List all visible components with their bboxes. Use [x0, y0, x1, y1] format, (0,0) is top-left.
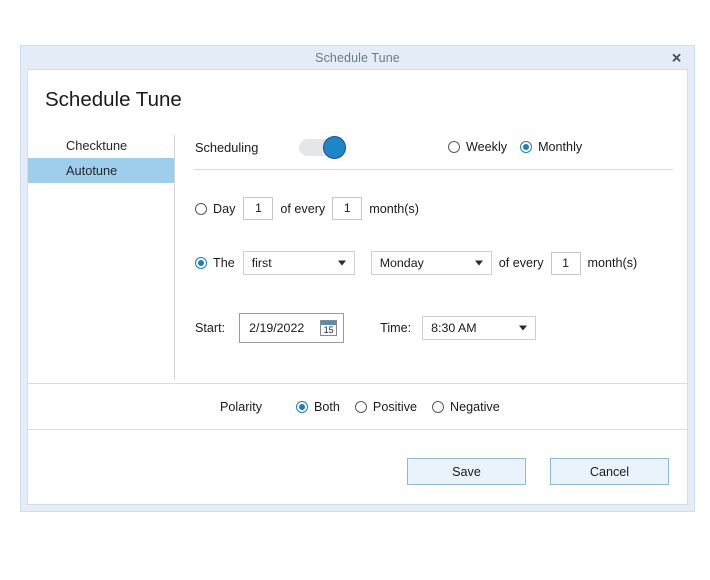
radio-dot-the-rule [195, 257, 207, 269]
sidebar-item-checktune[interactable]: Checktune [28, 133, 174, 158]
radio-the-rule[interactable]: The [195, 256, 235, 270]
toggle-knob [323, 136, 346, 159]
radio-label-both: Both [314, 399, 340, 414]
start-row: Start: 2/19/2022 15 Time: 8:30 AM [195, 313, 537, 343]
polarity-label: Polarity [220, 399, 262, 414]
day-of-month-input[interactable]: 1 [243, 197, 274, 220]
dialog-body: Checktune Autotune Scheduling Weekly Mon… [28, 133, 687, 383]
day-rule-label: Day [213, 201, 236, 216]
day-rule-interval-input[interactable]: 1 [332, 197, 363, 220]
polarity-radio-group: Both Positive Negative [296, 400, 515, 414]
radio-dot-monthly [520, 141, 533, 153]
the-rule-of-every-text: of every [498, 256, 544, 270]
polarity-row: Polarity Both Positive Negative [28, 383, 687, 430]
radio-dot-day-rule [195, 202, 207, 215]
weekday-dropdown[interactable]: Monday [370, 251, 492, 275]
radio-label-positive: Positive [372, 399, 418, 414]
time-value: 8:30 AM [431, 321, 477, 335]
radio-monthly[interactable]: Monthly [520, 140, 582, 154]
start-date-value: 2/19/2022 [249, 321, 305, 335]
dialog-title: Schedule Tune [315, 50, 400, 65]
radio-label-negative: Negative [450, 399, 500, 414]
sidebar-item-autotune[interactable]: Autotune [28, 158, 174, 183]
the-rule-interval-input[interactable]: 1 [550, 251, 581, 275]
scheduling-label: Scheduling [195, 140, 259, 155]
the-rule-row: The first Monday of every 1 month(s) [195, 251, 644, 275]
scheduling-toggle[interactable] [299, 136, 346, 159]
page-title: Schedule Tune [45, 88, 182, 111]
time-label: Time: [380, 321, 412, 335]
start-date-input[interactable]: 2/19/2022 15 [239, 313, 345, 343]
radio-dot-negative [432, 400, 445, 413]
day-rule-row: Day 1 of every 1 month(s) [195, 197, 426, 220]
save-button[interactable]: Save [407, 458, 526, 485]
dialog-footer: Save Cancel [28, 428, 687, 504]
chevron-down-icon [474, 260, 483, 266]
radio-day-rule[interactable]: Day [195, 202, 235, 216]
frequency-radio-group: Weekly Monthly [448, 140, 582, 154]
radio-dot-weekly [448, 141, 460, 153]
radio-dot-both [296, 400, 308, 413]
radio-weekly[interactable]: Weekly [448, 140, 507, 154]
sidebar: Checktune Autotune [28, 133, 174, 183]
day-rule-of-every-text: of every [280, 201, 326, 216]
dialog-titlebar: Schedule Tune ✕ [21, 46, 694, 69]
radio-label-monthly: Monthly [538, 140, 583, 154]
scheduling-row: Scheduling Weekly Monthly [194, 133, 673, 170]
the-rule-label: The [213, 256, 235, 270]
radio-label-weekly: Weekly [466, 140, 508, 154]
ordinal-value: first [251, 256, 272, 270]
settings-content: Scheduling Weekly Monthly Day 1 of every… [194, 133, 673, 343]
radio-polarity-negative[interactable]: Negative [432, 400, 500, 414]
chevron-down-icon [337, 260, 346, 266]
chevron-down-icon [519, 325, 528, 331]
cancel-button[interactable]: Cancel [550, 458, 669, 485]
the-rule-months-unit: month(s) [587, 256, 638, 270]
time-dropdown[interactable]: 8:30 AM [422, 316, 537, 340]
schedule-tune-dialog: Schedule Tune ✕ Schedule Tune Checktune … [20, 45, 695, 512]
dialog-panel: Schedule Tune Checktune Autotune Schedul… [27, 69, 688, 505]
weekday-value: Monday [379, 256, 424, 270]
radio-dot-positive [354, 400, 367, 413]
calendar-icon[interactable]: 15 [320, 320, 338, 336]
ordinal-dropdown[interactable]: first [242, 251, 355, 275]
start-label: Start: [195, 321, 226, 335]
radio-polarity-both[interactable]: Both [296, 400, 340, 414]
calendar-icon-day: 15 [323, 325, 334, 335]
close-icon[interactable]: ✕ [668, 49, 685, 66]
sidebar-divider [174, 135, 175, 380]
day-rule-months-unit: month(s) [369, 201, 419, 216]
radio-polarity-positive[interactable]: Positive [354, 399, 418, 414]
